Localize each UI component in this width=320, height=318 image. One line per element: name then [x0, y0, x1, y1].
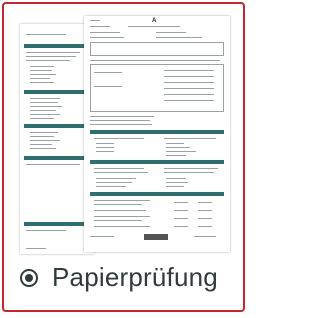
radio-selected-dot: [25, 273, 33, 282]
radio-button[interactable]: [20, 268, 38, 287]
page-letter: A: [152, 18, 157, 24]
option-label: Papierprüfung: [52, 262, 218, 292]
thumbnail-front-page: A: [84, 16, 230, 252]
option-card-papierpruefung[interactable]: A Papierprüfung: [2, 2, 245, 312]
document-thumbnail: A: [20, 16, 232, 258]
thumbnail-back-page: [20, 24, 94, 254]
option-papierpruefung[interactable]: Papierprüfung: [20, 262, 218, 293]
